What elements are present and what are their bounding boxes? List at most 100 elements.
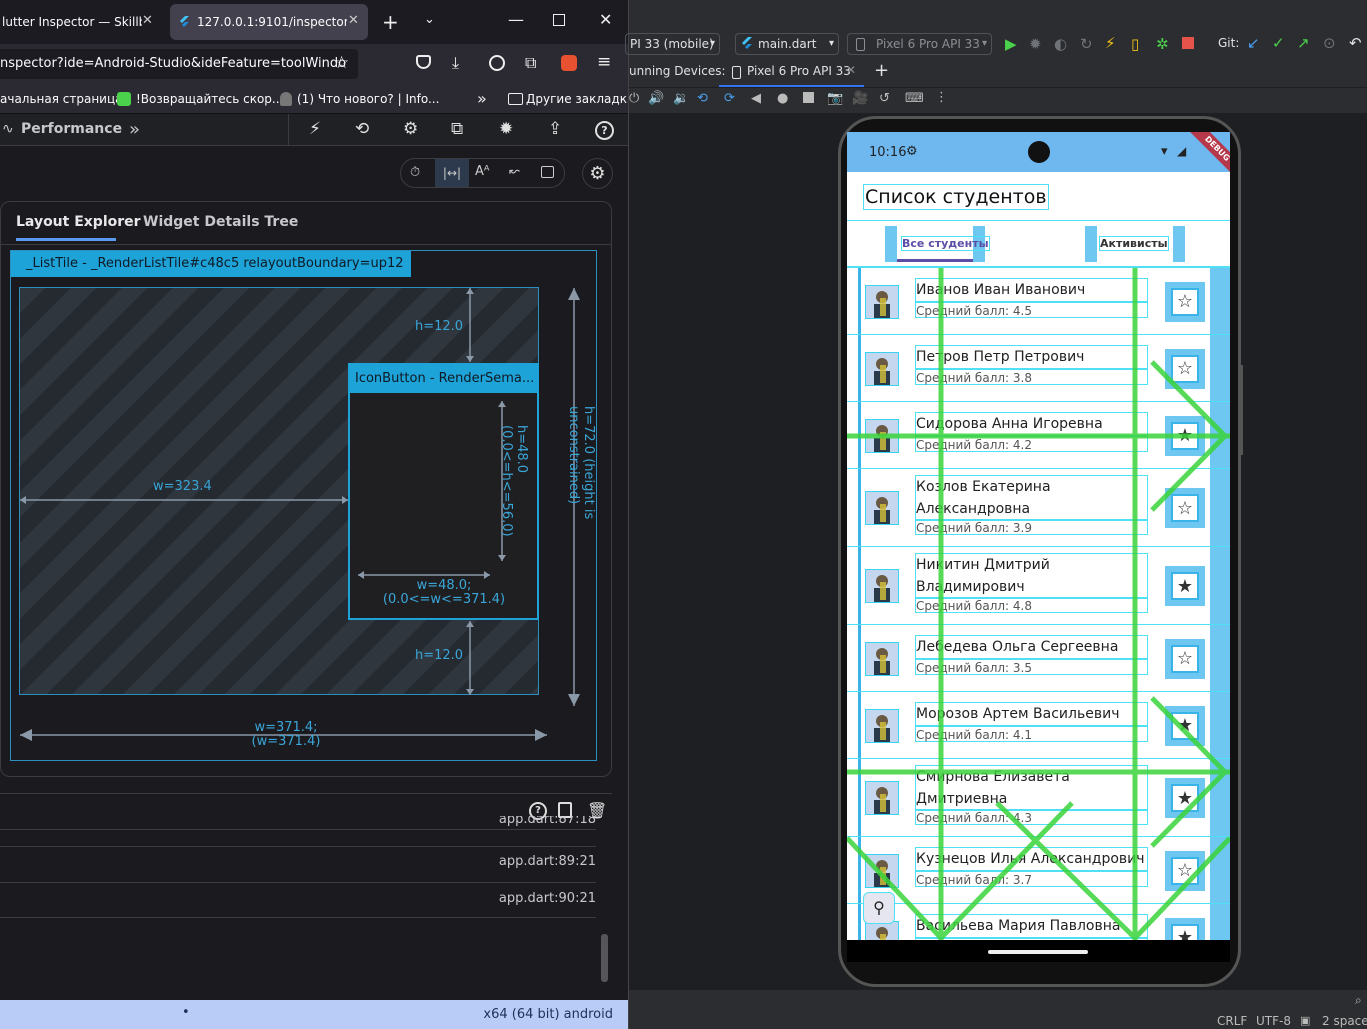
- hot-restart-icon[interactable]: ⟲: [355, 119, 369, 139]
- console-line[interactable]: app.dart:87:18: [499, 816, 596, 830]
- back-icon[interactable]: ◀: [751, 91, 761, 106]
- volume-down-icon[interactable]: 🔉: [673, 91, 689, 106]
- settings-icon[interactable]: ⚙: [403, 119, 418, 139]
- account-icon[interactable]: [489, 55, 505, 71]
- tab-all-students[interactable]: Все студенты: [885, 226, 990, 262]
- chevron-down-icon: ▾: [828, 38, 834, 49]
- timer-icon[interactable]: ⏱: [410, 165, 420, 180]
- maximize-icon[interactable]: [553, 14, 565, 26]
- tab-running-device[interactable]: Pixel 6 Pro API 33 ✕: [719, 58, 864, 87]
- git-update-icon[interactable]: ↙: [1247, 34, 1260, 52]
- inspector-toggle-group: ⏱ |↔| Aᴬ ↜: [400, 158, 565, 188]
- minimize-icon[interactable]: —: [508, 10, 524, 29]
- pocket-icon[interactable]: [416, 55, 431, 69]
- close-icon[interactable]: ✕: [846, 63, 856, 77]
- hot-reload-icon[interactable]: ⚡: [1105, 34, 1116, 52]
- power-icon[interactable]: ⏻: [629, 91, 639, 106]
- keyboard-icon[interactable]: ⌨: [905, 91, 924, 106]
- home-indicator[interactable]: [988, 950, 1088, 954]
- chevron-right-icon[interactable]: »: [477, 89, 487, 108]
- guidelines-icon[interactable]: |↔|: [435, 159, 469, 187]
- stop-icon[interactable]: [1182, 37, 1194, 49]
- settings-icon[interactable]: ⚙: [582, 158, 613, 189]
- debug-icon[interactable]: ✹: [1029, 35, 1042, 53]
- image-icon[interactable]: [541, 166, 554, 178]
- git-commit-icon[interactable]: ✓: [1272, 34, 1285, 52]
- menu-icon[interactable]: ≡: [597, 52, 611, 72]
- extensions-icon[interactable]: ⧉: [451, 119, 463, 139]
- android-status-bar: 10:16 ⚙ ▾ ◢ DEBUG: [847, 132, 1230, 186]
- chevron-down-icon: ▾: [981, 38, 987, 49]
- indent[interactable]: 2 spaces: [1322, 1014, 1367, 1028]
- camera-icon[interactable]: 📷: [827, 91, 843, 106]
- run-config-combo[interactable]: main.dart ▾: [735, 33, 839, 55]
- status-bar: • x64 (64 bit) android: [0, 1000, 628, 1029]
- tab-layout-explorer[interactable]: Layout Explorer: [16, 214, 141, 230]
- url-input[interactable]: nspector?ide=Android-Studio&ideFeature=t…: [0, 49, 358, 79]
- device-config-combo[interactable]: PI 33 (mobile) ▾: [625, 33, 720, 55]
- chevron-down-icon[interactable]: ⌄: [424, 12, 435, 27]
- hot-reload-icon[interactable]: ⚡: [309, 119, 321, 139]
- history-icon[interactable]: ⊙: [1323, 34, 1336, 52]
- students-list[interactable]: Иванов Иван Иванович Средний балл: 4.5 ☆ Пе…: [847, 268, 1230, 962]
- tab-inspector-skillbox[interactable]: lutter Inspector — Skillbox ✕: [0, 4, 165, 40]
- apply-code-icon[interactable]: ✲: [1156, 35, 1169, 53]
- status-dot: •: [182, 1005, 190, 1020]
- home-icon[interactable]: ●: [777, 91, 788, 106]
- performance-tab[interactable]: Performance: [21, 121, 122, 137]
- line-separator[interactable]: CRLF: [1217, 1014, 1247, 1028]
- run-icon[interactable]: ▶: [1005, 35, 1017, 53]
- apply-changes-icon[interactable]: ▯: [1131, 35, 1139, 53]
- repaint-guides-overlay: [847, 268, 1230, 962]
- notification-icon[interactable]: ⌕: [1355, 993, 1362, 1008]
- tab-widget-details-tree[interactable]: Widget Details Tree: [143, 214, 298, 230]
- git-push-icon[interactable]: ↗: [1297, 34, 1310, 52]
- console-line[interactable]: app.dart:90:21: [499, 891, 596, 906]
- add-icon[interactable]: +: [874, 60, 889, 81]
- rotate-right-icon[interactable]: ⟳: [724, 91, 735, 106]
- repaint-icon[interactable]: ↜: [509, 164, 520, 179]
- record-icon[interactable]: 🎥: [852, 91, 868, 106]
- child-height-label: h=48.0 (0.0<=h<=56.0): [469, 425, 529, 545]
- child-height-value: h=48.0: [514, 425, 529, 474]
- bookmark-return[interactable]: !Возвращайтесь скор...: [136, 84, 283, 114]
- rotate-left-icon[interactable]: ⟲: [697, 91, 708, 106]
- help-icon[interactable]: ?: [595, 121, 614, 140]
- total-height-value: h=72.0: [581, 406, 596, 455]
- bug-icon[interactable]: ✹: [499, 119, 513, 139]
- bookmark-info[interactable]: (1) Что нового? | Info...: [297, 84, 439, 114]
- ide-status-bar: ⌕ CRLF UTF-8 ▣ 2 spaces: [629, 990, 1367, 1029]
- rollback-icon[interactable]: ↶: [1349, 34, 1362, 52]
- extensions-icon[interactable]: ⧉: [525, 53, 536, 73]
- chevron-right-icon[interactable]: »: [129, 119, 140, 140]
- scrollbar[interactable]: [601, 934, 608, 982]
- console-line[interactable]: app.dart:89:21: [499, 854, 596, 869]
- target-device-combo[interactable]: Pixel 6 Pro API 33 ▾: [847, 33, 992, 55]
- reset-icon[interactable]: ↺: [879, 91, 890, 106]
- bookmark-home[interactable]: ачальная страница: [0, 84, 123, 114]
- bookmark-person-icon: [280, 92, 292, 106]
- attach-icon[interactable]: ↻: [1080, 35, 1093, 53]
- bookmark-other[interactable]: Другие закладки: [526, 84, 628, 114]
- close-icon[interactable]: ✕: [348, 13, 359, 28]
- bookmark-star-icon[interactable]: ☆: [334, 53, 349, 73]
- baseline-icon[interactable]: Aᴬ: [475, 164, 490, 179]
- close-window-icon[interactable]: ✕: [599, 10, 612, 29]
- overview-icon[interactable]: [803, 92, 814, 103]
- new-tab-icon[interactable]: +: [382, 10, 399, 34]
- tab-activists[interactable]: Активисты: [1085, 226, 1185, 262]
- upload-icon[interactable]: ⇪: [548, 119, 562, 139]
- tab-label: lutter Inspector — Skillbox: [2, 15, 142, 29]
- time-label: 10:16: [869, 145, 907, 160]
- addon-icon[interactable]: [561, 55, 577, 71]
- selected-widget-box[interactable]: _ListTile - _RenderListTile#c48c5 relayo…: [10, 250, 597, 761]
- iconbutton-box[interactable]: IconButton - RenderSema... h=48.0 (0.0<=…: [348, 363, 539, 620]
- tab-inspector-local[interactable]: 127.0.0.1:9101/inspector?ide ✕: [170, 4, 368, 40]
- lock-icon[interactable]: ▣: [1300, 1014, 1310, 1027]
- download-icon[interactable]: ⤓: [452, 53, 459, 73]
- volume-up-icon[interactable]: 🔊: [648, 91, 664, 106]
- profile-icon[interactable]: ◐: [1054, 35, 1067, 53]
- close-icon[interactable]: ✕: [142, 13, 153, 28]
- encoding[interactable]: UTF-8: [1256, 1014, 1291, 1028]
- more-icon[interactable]: ⋮: [935, 90, 948, 105]
